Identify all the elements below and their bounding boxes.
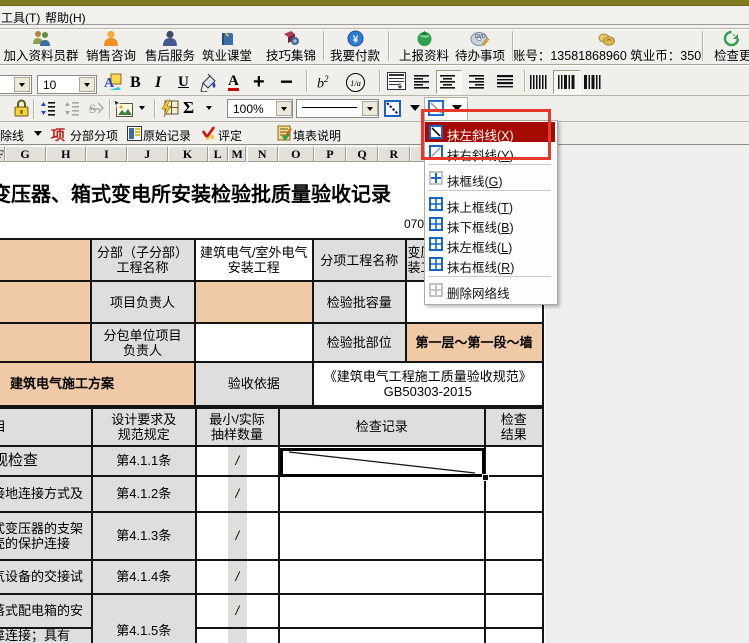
svg-text:¥: ¥ bbox=[352, 35, 358, 46]
svg-text:DVD: DVD bbox=[475, 34, 486, 40]
